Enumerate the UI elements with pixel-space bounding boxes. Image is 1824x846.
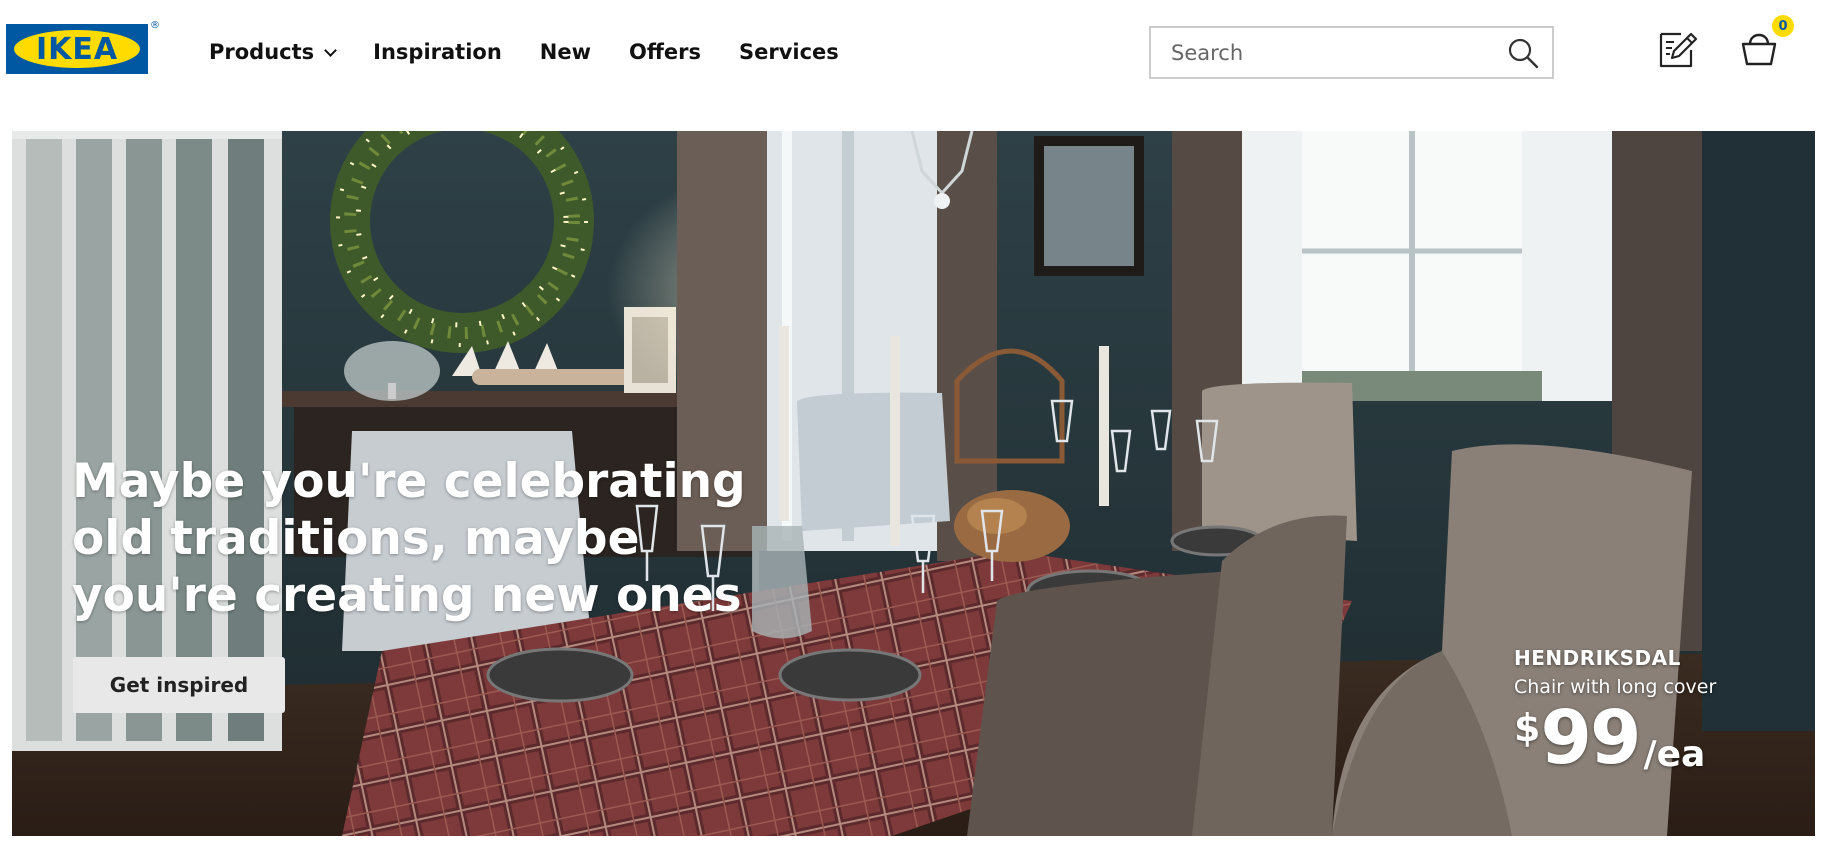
chevron-down-icon (324, 43, 338, 57)
main-nav: Products Inspiration New Offers Services (209, 34, 877, 70)
price-unit: /ea (1643, 734, 1706, 775)
shopping-list-icon[interactable] (1655, 26, 1699, 70)
nav-item-products[interactable]: Products (209, 40, 338, 64)
site-header: IKEA ® Products Inspiration New Offers S… (0, 0, 1824, 112)
nav-item-label: Offers (629, 40, 701, 64)
nav-item-label: Services (738, 40, 839, 64)
hero-banner[interactable]: Maybe you're celebrating old traditions,… (12, 131, 1815, 836)
nav-item-label: Inspiration (373, 40, 502, 64)
search-icon[interactable] (1506, 36, 1540, 70)
cart-count-badge: 0 (1772, 15, 1794, 37)
get-inspired-button[interactable]: Get inspired (73, 657, 285, 713)
nav-item-label: New (539, 40, 592, 64)
hero-headline: Maybe you're celebrating old traditions,… (72, 454, 746, 623)
search-box (1149, 26, 1554, 79)
product-name: HENDRIKSDAL (1514, 646, 1681, 670)
logo-text: IKEA (35, 31, 119, 67)
price-amount: 99 (1540, 695, 1641, 781)
nav-item-label: Products (209, 40, 315, 64)
nav-item-offers[interactable]: Offers (629, 40, 701, 64)
ikea-logo[interactable]: IKEA (6, 24, 148, 74)
price-row: $ 99 /ea (1514, 700, 1716, 776)
nav-item-inspiration[interactable]: Inspiration (373, 40, 502, 64)
nav-item-services[interactable]: Services (739, 40, 839, 64)
product-price-tag[interactable]: HENDRIKSDAL Chair with long cover $ 99 /… (1514, 646, 1716, 776)
registered-mark: ® (150, 20, 160, 31)
search-input[interactable] (1171, 28, 1491, 77)
price-currency: $ (1514, 706, 1541, 750)
nav-item-new[interactable]: New (540, 40, 591, 64)
